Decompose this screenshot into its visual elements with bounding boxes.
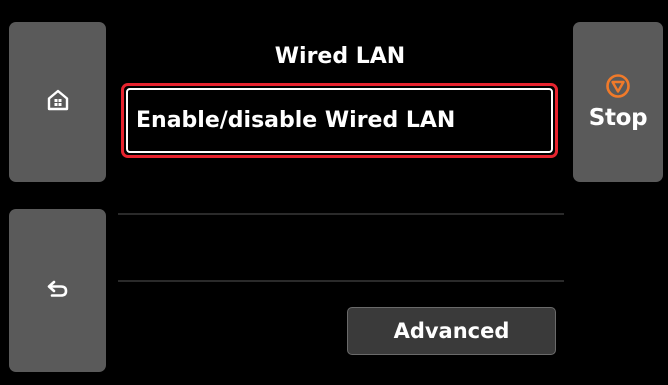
list-divider	[118, 280, 564, 282]
menu-item-label: Enable/disable Wired LAN	[136, 108, 456, 133]
stop-label: Stop	[588, 105, 648, 131]
back-arrow-icon	[46, 278, 70, 304]
advanced-button[interactable]: Advanced	[347, 307, 556, 355]
home-icon	[46, 88, 70, 116]
stop-icon	[605, 73, 631, 103]
stop-button[interactable]: Stop	[573, 22, 663, 182]
list-divider	[118, 213, 564, 215]
printer-panel-screen: Wired LAN Enable/disable Wired LAN Advan…	[0, 0, 668, 385]
menu-item-enable-disable-wired-lan[interactable]: Enable/disable Wired LAN	[121, 83, 558, 158]
page-title: Wired LAN	[274, 44, 406, 69]
back-button[interactable]	[9, 209, 106, 372]
home-button[interactable]	[9, 22, 106, 182]
